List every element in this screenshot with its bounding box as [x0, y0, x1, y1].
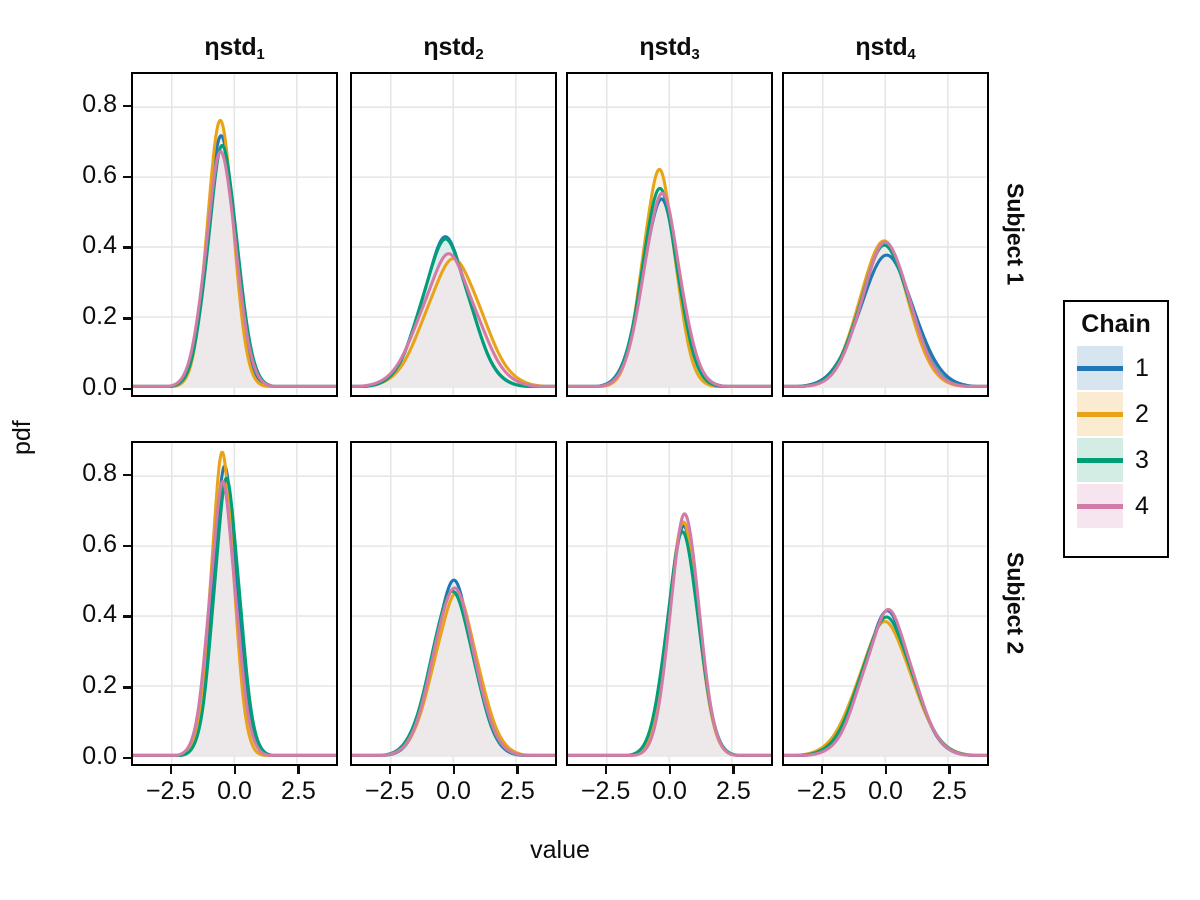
panel-subject-2-col-2	[350, 441, 557, 766]
density-area-chain-4	[352, 587, 555, 756]
col-strip-2: ηstd2	[350, 33, 557, 63]
legend-key-swatch-3	[1077, 438, 1123, 482]
x-tick-mark	[297, 766, 300, 774]
panel-subject-1-col-3	[566, 72, 773, 397]
col-strip-4: ηstd4	[782, 33, 989, 63]
panel-canvas	[784, 74, 987, 395]
y-tick-mark	[123, 757, 131, 760]
legend-item-1[interactable]: 1	[1065, 345, 1167, 391]
y-tick-label: 0.6	[82, 529, 117, 558]
density-fills	[352, 580, 555, 756]
y-tick-label: 0.0	[82, 373, 117, 402]
panel-subject-2-col-3	[566, 441, 773, 766]
facet-density-plot: ηstd1 ηstd2 ηstd3 ηstd4 Subject 1 Subjec…	[0, 0, 1200, 900]
legend-key-line-2	[1077, 411, 1123, 417]
x-tick-mark	[604, 766, 607, 774]
panel-canvas	[568, 443, 771, 764]
panel-subject-2-col-4	[782, 441, 989, 766]
density-fills	[784, 609, 987, 756]
density-area-chain-4	[784, 242, 987, 387]
y-tick-mark	[123, 686, 131, 689]
col-strip-4-base: ηstd	[855, 33, 908, 61]
col-strip-3: ηstd3	[566, 33, 773, 63]
panel-subject-1-col-2	[350, 72, 557, 397]
panel-canvas	[133, 443, 336, 764]
legend-item-4[interactable]: 4	[1065, 483, 1167, 529]
col-strip-2-base: ηstd	[423, 33, 476, 61]
y-tick-label: 0.6	[82, 160, 117, 189]
legend-title: Chain	[1081, 310, 1151, 338]
y-tick-mark	[123, 246, 131, 249]
x-tick-mark	[732, 766, 735, 774]
col-strip-1-base: ηstd	[204, 33, 257, 61]
x-tick-label: 2.5	[499, 777, 535, 805]
legend-item-3[interactable]: 3	[1065, 437, 1167, 483]
y-tick-label: 0.8	[82, 89, 117, 118]
x-tick-mark	[169, 766, 172, 774]
legend-key-line-3	[1077, 457, 1123, 463]
legend-label-2: 2	[1135, 399, 1149, 428]
x-tick-label: 2.5	[280, 777, 316, 805]
panel-subject-2-col-1	[131, 441, 338, 766]
panel-canvas	[784, 443, 987, 764]
x-tick-label: 2.5	[715, 777, 751, 805]
y-tick-mark	[123, 388, 131, 391]
y-tick-label: 0.0	[82, 742, 117, 771]
x-tick-mark	[388, 766, 391, 774]
panel-canvas	[352, 443, 555, 764]
x-tick-mark	[668, 766, 671, 774]
panel-canvas	[352, 74, 555, 395]
x-tick-label: 2.5	[931, 777, 967, 805]
row-strip-subject-2: Subject 2	[1002, 552, 1029, 655]
y-tick-label: 0.8	[82, 458, 117, 487]
x-axis-title: value	[530, 836, 590, 864]
density-area-chain-4	[784, 609, 987, 756]
y-tick-mark	[123, 175, 131, 178]
density-area-chain-4	[352, 253, 555, 387]
y-tick-label: 0.4	[82, 231, 117, 260]
panel-canvas	[133, 74, 336, 395]
y-tick-mark	[123, 473, 131, 476]
y-tick-label: 0.4	[82, 600, 117, 629]
col-strip-3-sub: 3	[691, 46, 700, 63]
col-strip-3-base: ηstd	[639, 33, 692, 61]
row-strip-subject-1: Subject 1	[1002, 183, 1029, 286]
y-tick-label: 0.2	[82, 671, 117, 700]
legend-label-4: 4	[1135, 491, 1149, 520]
panel-subject-1-col-1	[131, 72, 338, 397]
x-tick-mark	[884, 766, 887, 774]
y-tick-mark	[123, 615, 131, 618]
legend-item-2[interactable]: 2	[1065, 391, 1167, 437]
legend-key-line-4	[1077, 503, 1123, 509]
y-tick-mark	[123, 104, 131, 107]
density-fills	[784, 240, 987, 387]
legend-key-swatch-2	[1077, 392, 1123, 436]
panel-canvas	[568, 74, 771, 395]
x-tick-mark	[233, 766, 236, 774]
legend-key-line-1	[1077, 365, 1123, 371]
panel-subject-1-col-4	[782, 72, 989, 397]
y-tick-mark	[123, 317, 131, 320]
col-strip-4-sub: 4	[907, 46, 916, 63]
col-strip-1-sub: 1	[256, 46, 265, 63]
legend-key-swatch-4	[1077, 484, 1123, 528]
x-tick-mark	[516, 766, 519, 774]
x-tick-mark	[948, 766, 951, 774]
y-axis-title: pdf	[8, 420, 36, 455]
col-strip-1: ηstd1	[131, 33, 338, 63]
legend-entries: 1 2 3 4	[1065, 345, 1167, 529]
legend-label-1: 1	[1135, 353, 1149, 382]
y-tick-mark	[123, 544, 131, 547]
y-tick-label: 0.2	[82, 302, 117, 331]
legend-label-3: 3	[1135, 445, 1149, 474]
legend: Chain 1 2 3 4	[1063, 300, 1169, 558]
legend-key-swatch-1	[1077, 346, 1123, 390]
x-tick-mark	[452, 766, 455, 774]
x-tick-mark	[820, 766, 823, 774]
col-strip-2-sub: 2	[475, 46, 484, 63]
